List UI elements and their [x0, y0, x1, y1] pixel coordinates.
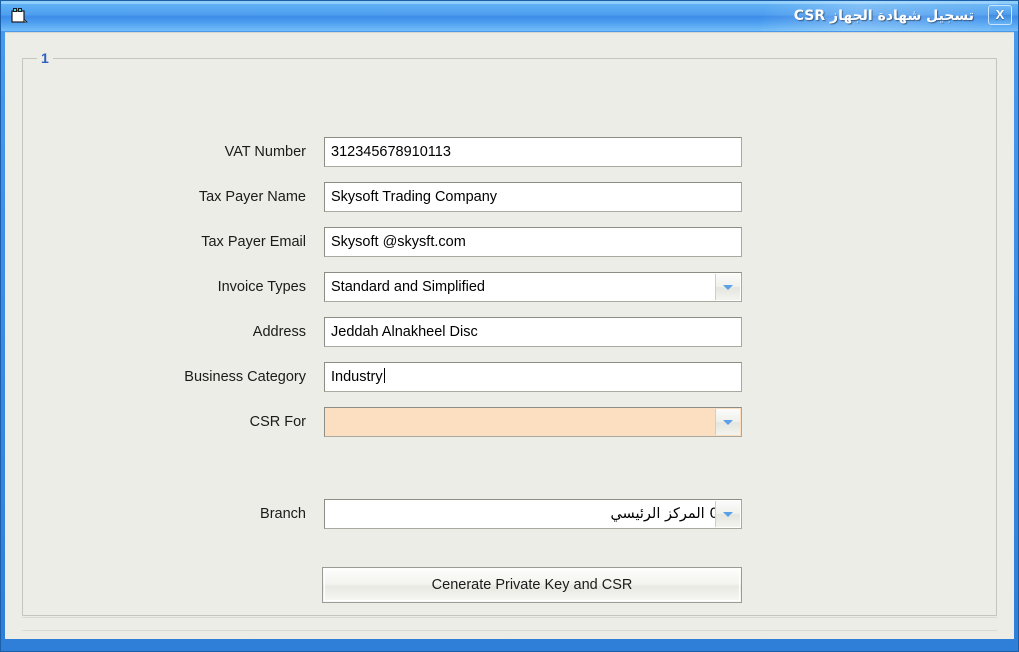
value-invoice-types: Standard and Simplified	[331, 279, 485, 295]
generate-private-key-and-csr-button[interactable]: Cenerate Private Key and CSR	[322, 567, 742, 603]
form-row-invoice-types: Invoice Types Standard and Simplified	[23, 272, 996, 302]
csr-form: VAT Number 312345678910113 Tax Payer Nam…	[23, 59, 996, 615]
value-tax-payer-name: Skysoft Trading Company	[331, 189, 498, 205]
form-row-tax-payer-name: Tax Payer Name Skysoft Trading Company	[23, 182, 996, 212]
value-business-category-wrap: Industry	[331, 363, 737, 391]
form-window-icon	[9, 6, 29, 26]
bottom-divider	[22, 617, 997, 631]
label-tax-payer-email: Tax Payer Email	[201, 234, 306, 250]
text-caret	[383, 368, 385, 383]
combobox-branch[interactable]: 001 المركز الرئيسي	[324, 499, 742, 529]
label-address: Address	[252, 324, 306, 340]
combobox-csr-for[interactable]	[324, 407, 742, 437]
form-row-business-category: Business Category Industry	[23, 362, 996, 392]
input-tax-payer-email[interactable]: Skysoft @skysft.com	[324, 227, 742, 257]
form-row-address: Address Jeddah Alnakheel Disc	[23, 317, 996, 347]
label-vat-number: VAT Number	[224, 144, 306, 160]
chevron-down-icon[interactable]	[715, 409, 740, 435]
combobox-invoice-types[interactable]: Standard and Simplified	[324, 272, 742, 302]
csr-groupbox: 1 VAT Number 312345678910113 Tax Payer N…	[22, 50, 997, 616]
window-title: تسجيل شهادة الجهاز CSR	[793, 8, 974, 24]
application-window: تسجيل شهادة الجهاز CSR X 1 VAT Number 31…	[0, 0, 1019, 652]
form-row-csr-for: CSR For	[23, 407, 996, 437]
input-tax-payer-name[interactable]: Skysoft Trading Company	[324, 182, 742, 212]
client-area: 1 VAT Number 312345678910113 Tax Payer N…	[5, 32, 1014, 639]
label-invoice-types: Invoice Types	[217, 279, 306, 295]
value-branch: 001 المركز الرئيسي	[610, 506, 737, 522]
form-row-vat-number: VAT Number 312345678910113	[23, 137, 996, 167]
label-business-category: Business Category	[184, 369, 306, 385]
input-address[interactable]: Jeddah Alnakheel Disc	[324, 317, 742, 347]
chevron-down-icon[interactable]	[715, 274, 740, 300]
chevron-down-icon[interactable]	[715, 501, 740, 527]
input-business-category[interactable]: Industry	[324, 362, 742, 392]
value-business-category: Industry	[331, 369, 383, 385]
form-row-branch: Branch 001 المركز الرئيسي	[23, 499, 996, 529]
label-branch: Branch	[260, 506, 306, 522]
value-vat-number: 312345678910113	[331, 144, 451, 160]
input-vat-number[interactable]: 312345678910113	[324, 137, 742, 167]
value-csr-for	[331, 408, 737, 436]
value-tax-payer-email: Skysoft @skysft.com	[331, 234, 466, 250]
title-bar: تسجيل شهادة الجهاز CSR X	[1, 1, 1018, 31]
close-button[interactable]: X	[988, 5, 1012, 25]
label-csr-for: CSR For	[249, 414, 306, 430]
form-row-tax-payer-email: Tax Payer Email Skysoft @skysft.com	[23, 227, 996, 257]
value-address: Jeddah Alnakheel Disc	[331, 324, 478, 340]
label-tax-payer-name: Tax Payer Name	[198, 189, 306, 205]
